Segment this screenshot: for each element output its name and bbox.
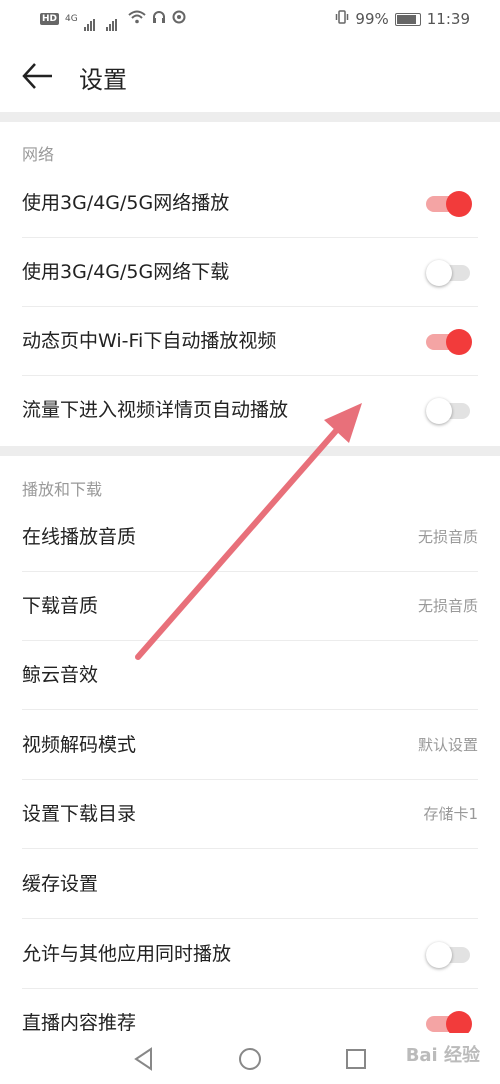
toggle-switch-off[interactable] <box>426 398 472 424</box>
status-right: 99% 11:39 <box>335 10 470 28</box>
setting-label: 缓存设置 <box>22 873 99 895</box>
setting-row-online-quality[interactable]: 在线播放音质 无损音质 <box>0 503 500 572</box>
section-divider <box>0 446 500 456</box>
watermark: Bai 经验 <box>405 1045 480 1066</box>
app-header: 设置 <box>0 40 500 112</box>
setting-value: 默认设置 <box>417 736 478 754</box>
battery-percent: 99% <box>355 10 389 28</box>
signal-icon <box>83 13 100 31</box>
setting-label: 视频解码模式 <box>22 734 137 756</box>
setting-row-download-quality[interactable]: 下载音质 无损音质 <box>0 572 500 641</box>
clock: 11:39 <box>426 10 470 28</box>
setting-label: 使用3G/4G/5G网络播放 <box>22 192 230 214</box>
setting-row-download-dir[interactable]: 设置下载目录 存储卡1 <box>0 780 500 849</box>
setting-row-play-mobile-data[interactable]: 使用3G/4G/5G网络播放 <box>0 169 500 238</box>
setting-label: 在线播放音质 <box>22 526 137 548</box>
page-title: 设置 <box>79 66 127 94</box>
setting-value: 无损音质 <box>417 597 478 615</box>
headset-icon <box>152 10 166 28</box>
toggle-switch-on[interactable] <box>426 329 472 355</box>
network-type: 4G <box>65 14 78 24</box>
setting-value: 无损音质 <box>417 528 478 546</box>
setting-label: 下载音质 <box>22 595 99 617</box>
system-nav-bar: Bai 经验 <box>0 1033 500 1084</box>
vibrate-icon <box>335 10 349 28</box>
status-bar: HD 4G 99% 11:39 <box>0 0 500 40</box>
row-separator <box>22 709 478 710</box>
toggle-switch-on[interactable] <box>426 191 472 217</box>
status-left: HD 4G <box>40 10 186 31</box>
setting-label: 设置下载目录 <box>22 803 137 825</box>
setting-row-download-mobile-data[interactable]: 使用3G/4G/5G网络下载 <box>0 238 500 307</box>
row-separator <box>22 848 478 849</box>
nav-recent-icon[interactable] <box>343 1046 369 1072</box>
setting-row-sound-effect[interactable]: 鲸云音效 <box>0 641 500 710</box>
battery-icon <box>394 12 421 26</box>
wifi-icon <box>128 10 146 28</box>
section-label-playback: 播放和下载 <box>22 480 103 499</box>
signal-2-icon <box>105 13 122 31</box>
setting-label: 鲸云音效 <box>22 664 99 686</box>
section-divider <box>0 112 500 122</box>
section-label-network: 网络 <box>22 145 55 164</box>
setting-row-mix-playback[interactable]: 允许与其他应用同时播放 <box>0 920 500 989</box>
setting-label: 流量下进入视频详情页自动播放 <box>22 399 289 421</box>
toggle-switch-off[interactable] <box>426 260 472 286</box>
setting-row-video-decode[interactable]: 视频解码模式 默认设置 <box>0 711 500 780</box>
setting-row-cache[interactable]: 缓存设置 <box>0 850 500 919</box>
setting-label: 使用3G/4G/5G网络下载 <box>22 261 230 283</box>
hd-badge: HD <box>40 13 60 25</box>
row-separator <box>22 918 478 919</box>
setting-label: 动态页中Wi-Fi下自动播放视频 <box>22 330 277 352</box>
app-notification-icon <box>172 10 186 28</box>
setting-label: 允许与其他应用同时播放 <box>22 943 232 965</box>
setting-value: 存储卡1 <box>423 805 478 823</box>
back-arrow-icon[interactable] <box>20 58 56 94</box>
toggle-switch-off[interactable] <box>426 942 472 968</box>
nav-back-icon[interactable] <box>131 1046 157 1072</box>
nav-home-icon[interactable] <box>237 1046 263 1072</box>
setting-row-autoplay-video-detail[interactable]: 流量下进入视频详情页自动播放 <box>0 376 500 445</box>
setting-row-autoplay-wifi[interactable]: 动态页中Wi-Fi下自动播放视频 <box>0 307 500 376</box>
